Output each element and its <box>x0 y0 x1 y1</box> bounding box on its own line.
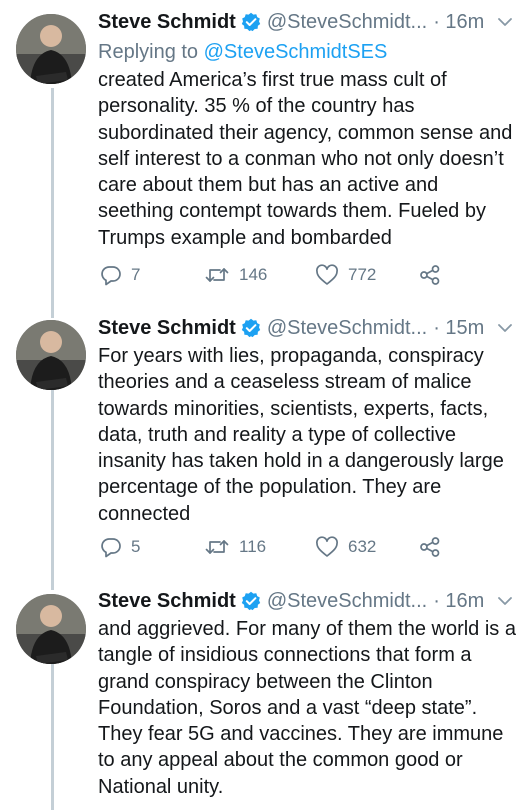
chevron-down-icon[interactable] <box>496 592 514 610</box>
tweet-actions: 5 116 632 <box>98 536 458 566</box>
tweet-header: Steve Schmidt @SteveSchmidt... · 16m <box>98 587 516 615</box>
tweet-header: Steve Schmidt @SteveSchmidt... · 16m <box>98 8 516 36</box>
reply-icon <box>101 266 121 286</box>
reply-button[interactable]: 5 <box>100 536 140 558</box>
retweet-icon <box>205 540 229 554</box>
share-icon <box>420 537 440 557</box>
avatar[interactable] <box>16 14 86 84</box>
share-button[interactable] <box>419 264 450 286</box>
retweet-count: 116 <box>239 537 267 556</box>
retweet-button[interactable]: 116 <box>204 536 266 558</box>
reply-icon <box>101 538 121 558</box>
chevron-down-icon[interactable] <box>496 13 514 31</box>
reply-count: 5 <box>131 537 141 556</box>
author-name[interactable]: Steve Schmidt <box>98 317 236 340</box>
author-name[interactable]: Steve Schmidt <box>98 590 236 613</box>
timestamp[interactable]: · 16m <box>433 11 484 34</box>
heart-icon <box>316 536 338 557</box>
replying-mention-link[interactable]: @SteveSchmidtSES <box>204 41 388 63</box>
tweet[interactable]: Steve Schmidt @SteveSchmidt... · 15m For… <box>0 310 528 585</box>
like-count: 772 <box>348 265 377 284</box>
author-handle[interactable]: @SteveSchmidt... <box>267 317 427 340</box>
author-handle[interactable]: @SteveSchmidt... <box>267 11 427 34</box>
heart-icon <box>316 264 338 285</box>
author-handle[interactable]: @SteveSchmidt... <box>267 590 427 613</box>
replying-to: Replying to @SteveSchmidtSES <box>98 38 516 66</box>
share-button[interactable] <box>419 536 450 558</box>
verified-badge-icon <box>241 591 261 611</box>
retweet-button[interactable]: 146 <box>204 264 267 286</box>
tweet-header: Steve Schmidt @SteveSchmidt... · 15m <box>98 314 516 342</box>
tweet-text: For years with lies, propaganda, conspir… <box>98 345 504 525</box>
share-icon <box>420 265 440 285</box>
tweet[interactable]: Steve Schmidt @SteveSchmidt... · 16m and… <box>0 584 528 810</box>
verified-badge-icon <box>241 12 261 32</box>
retweet-count: 146 <box>239 265 268 284</box>
tweet-text: and aggrieved. For many of them the worl… <box>98 618 516 798</box>
like-button[interactable]: 632 <box>315 536 376 558</box>
verified-badge-icon <box>241 318 261 338</box>
like-count: 632 <box>348 537 377 556</box>
timestamp[interactable]: · 15m <box>433 317 484 340</box>
author-name[interactable]: Steve Schmidt <box>98 11 236 34</box>
tweet-text: created America’s first true mass cult o… <box>98 69 513 249</box>
retweet-icon <box>205 268 229 282</box>
reply-button[interactable]: 7 <box>100 264 140 286</box>
reply-count: 7 <box>131 265 141 284</box>
tweet[interactable]: Steve Schmidt @SteveSchmidt... · 16m Rep… <box>0 0 528 310</box>
like-button[interactable]: 772 <box>315 264 376 286</box>
avatar[interactable] <box>16 594 86 664</box>
chevron-down-icon[interactable] <box>496 319 514 337</box>
replying-prefix: Replying to <box>98 41 204 63</box>
avatar[interactable] <box>16 320 86 390</box>
timestamp[interactable]: · 16m <box>433 590 484 613</box>
tweet-actions: 7 146 772 <box>98 264 458 294</box>
